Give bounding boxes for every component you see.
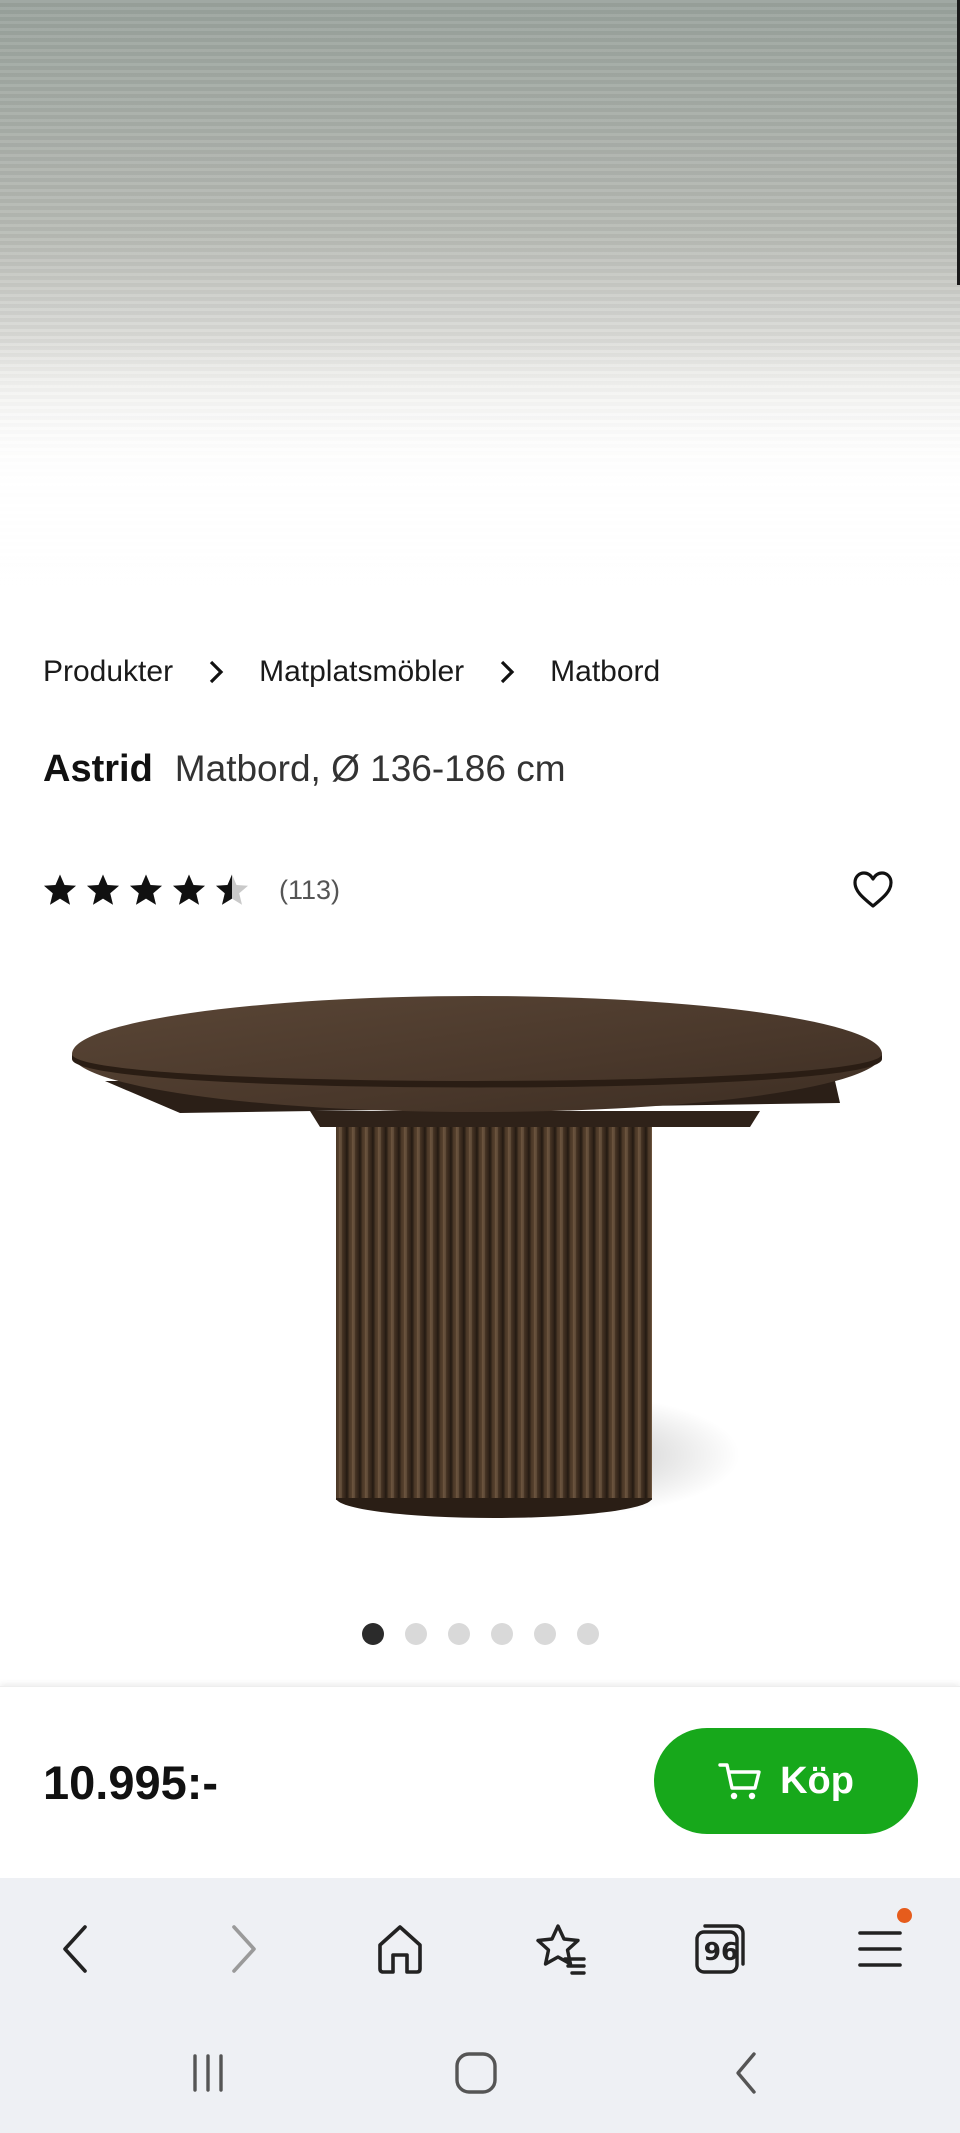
- pagination-dot[interactable]: [490, 1623, 513, 1645]
- star-icon: [215, 873, 249, 907]
- tabs-icon: 96: [692, 1921, 748, 1977]
- system-back-icon: [736, 2052, 756, 2094]
- back-button[interactable]: [42, 1914, 112, 1984]
- menu-button[interactable]: [845, 1908, 915, 1984]
- pagination-dot[interactable]: [533, 1623, 556, 1645]
- tabs-button[interactable]: 96: [685, 1914, 755, 1984]
- breadcrumb: Produkter Matplatsmöbler Matbord: [43, 648, 660, 696]
- price: 10.995:-: [43, 1756, 219, 1809]
- recent-apps-icon: [193, 2054, 223, 2092]
- breadcrumb-matplatsmobler[interactable]: Matplatsmöbler: [259, 655, 464, 689]
- menu-icon: [858, 1931, 902, 1967]
- product-title: Astrid Matbord, Ø 136-186 cm: [43, 748, 566, 791]
- system-back-button[interactable]: [712, 2038, 782, 2108]
- heart-icon: [853, 871, 893, 908]
- home-icon: [378, 1925, 422, 1974]
- product-brand: Astrid: [43, 748, 153, 790]
- system-home-button[interactable]: [441, 2038, 511, 2108]
- buy-button[interactable]: Köp: [654, 1728, 918, 1834]
- chevron-right-icon: [173, 659, 259, 685]
- back-icon: [63, 1925, 87, 1973]
- home-button[interactable]: [365, 1914, 435, 1984]
- pagination-dot[interactable]: [404, 1623, 427, 1645]
- pagination-dot[interactable]: [447, 1623, 470, 1645]
- menu-notification-dot: [897, 1908, 912, 1923]
- breadcrumb-matbord[interactable]: Matbord: [550, 655, 660, 689]
- hero-image: [0, 0, 960, 620]
- star-icon: [129, 873, 163, 907]
- forward-button[interactable]: [207, 1914, 277, 1984]
- forward-icon: [232, 1925, 256, 1973]
- favorite-button[interactable]: [851, 868, 895, 912]
- buy-label: Köp: [780, 1759, 854, 1802]
- tab-count: 96: [703, 1937, 739, 1966]
- rating[interactable]: (113): [43, 868, 340, 912]
- chevron-right-icon: [464, 659, 550, 685]
- review-count[interactable]: (113): [279, 875, 340, 906]
- bookmarks-button[interactable]: [525, 1914, 595, 1984]
- buy-bar: 10.995:- Köp: [0, 1686, 960, 1879]
- product-image[interactable]: [60, 985, 900, 1545]
- star-icon: [172, 873, 206, 907]
- product-subtitle: Matbord, Ø 136-186 cm: [174, 748, 566, 789]
- recent-apps-button[interactable]: [173, 2038, 243, 2108]
- star-icon: [43, 873, 77, 907]
- cart-icon: [718, 1763, 761, 1800]
- home-circle-icon: [455, 2052, 497, 2094]
- breadcrumb-produkter[interactable]: Produkter: [43, 655, 173, 689]
- image-pagination: [0, 1623, 960, 1645]
- star-icon: [86, 873, 120, 907]
- pagination-dot[interactable]: [576, 1623, 599, 1645]
- browser-toolbar: 96: [0, 1878, 960, 2133]
- bookmark-star-icon: [536, 1924, 586, 1975]
- pagination-dot[interactable]: [361, 1623, 384, 1645]
- rating-stars: [43, 873, 249, 907]
